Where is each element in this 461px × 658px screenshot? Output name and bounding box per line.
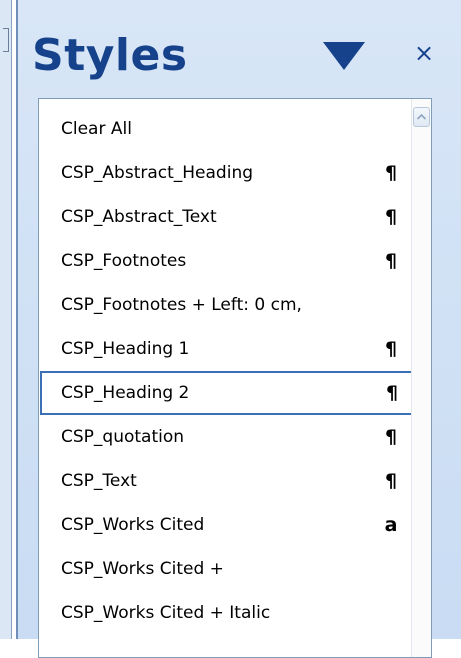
style-item-label: CSP_quotation bbox=[61, 427, 185, 447]
style-item-label: CSP_Footnotes + Left: 0 cm, bbox=[61, 295, 302, 315]
window-edge-nub bbox=[3, 28, 9, 52]
style-item-label: CSP_Works Cited + bbox=[61, 559, 224, 579]
style-item-label: CSP_Abstract_Heading bbox=[61, 163, 254, 183]
character-a-icon: a bbox=[384, 514, 398, 536]
style-item[interactable]: CSP_Works Cited + bbox=[39, 547, 412, 591]
style-item-label: Clear All bbox=[61, 119, 132, 139]
style-item[interactable]: CSP_Works Cited a bbox=[39, 503, 412, 547]
style-item[interactable]: CSP_Text ¶ bbox=[39, 459, 412, 503]
vertical-scrollbar[interactable] bbox=[411, 99, 431, 657]
pilcrow-icon: ¶ bbox=[384, 426, 398, 448]
style-item-label: CSP_Abstract_Text bbox=[61, 207, 217, 227]
document-window-edge bbox=[0, 0, 12, 639]
style-item[interactable]: CSP_Abstract_Text ¶ bbox=[39, 195, 412, 239]
pilcrow-icon: ¶ bbox=[384, 470, 398, 492]
pilcrow-icon: ¶ bbox=[384, 250, 398, 272]
style-item-label: CSP_Works Cited bbox=[61, 515, 205, 535]
scroll-up-button[interactable] bbox=[413, 107, 430, 127]
pane-title: Styles bbox=[32, 30, 188, 81]
styles-pane: Styles × Clear All CSP_Abstract_Heading ¶ C… bbox=[16, 0, 461, 658]
style-item-label: CSP_Heading 2 bbox=[61, 383, 190, 403]
styles-list: Clear All CSP_Abstract_Heading ¶ CSP_Abstra… bbox=[39, 107, 413, 635]
style-item[interactable]: CSP_Abstract_Heading ¶ bbox=[39, 151, 412, 195]
pilcrow-icon: ¶ bbox=[385, 382, 399, 404]
style-item[interactable]: CSP_Footnotes + Left: 0 cm, bbox=[39, 283, 412, 327]
pilcrow-icon: ¶ bbox=[384, 338, 398, 360]
style-item[interactable]: CSP_Heading 1 ¶ bbox=[39, 327, 412, 371]
pilcrow-icon: ¶ bbox=[384, 206, 398, 228]
style-item-label: CSP_Text bbox=[61, 471, 137, 491]
style-item[interactable]: CSP_Heading 2 ¶ bbox=[40, 371, 413, 415]
styles-list-box[interactable]: Clear All CSP_Abstract_Heading ¶ CSP_Abstra… bbox=[38, 98, 432, 658]
style-item[interactable]: CSP_quotation ¶ bbox=[39, 415, 412, 459]
style-item-label: CSP_Works Cited + Italic bbox=[61, 603, 271, 623]
style-item[interactable]: CSP_Works Cited + Italic bbox=[39, 591, 412, 635]
style-item-label: CSP_Heading 1 bbox=[61, 339, 190, 359]
close-icon[interactable]: × bbox=[410, 37, 438, 69]
pane-header: Styles × bbox=[18, 0, 461, 100]
chevron-up-icon bbox=[416, 113, 427, 120]
style-item[interactable]: Clear All bbox=[39, 107, 412, 151]
triangle-down-icon[interactable] bbox=[323, 42, 365, 70]
style-item[interactable]: CSP_Footnotes ¶ bbox=[39, 239, 412, 283]
style-item-label: CSP_Footnotes bbox=[61, 251, 187, 271]
pilcrow-icon: ¶ bbox=[384, 162, 398, 184]
